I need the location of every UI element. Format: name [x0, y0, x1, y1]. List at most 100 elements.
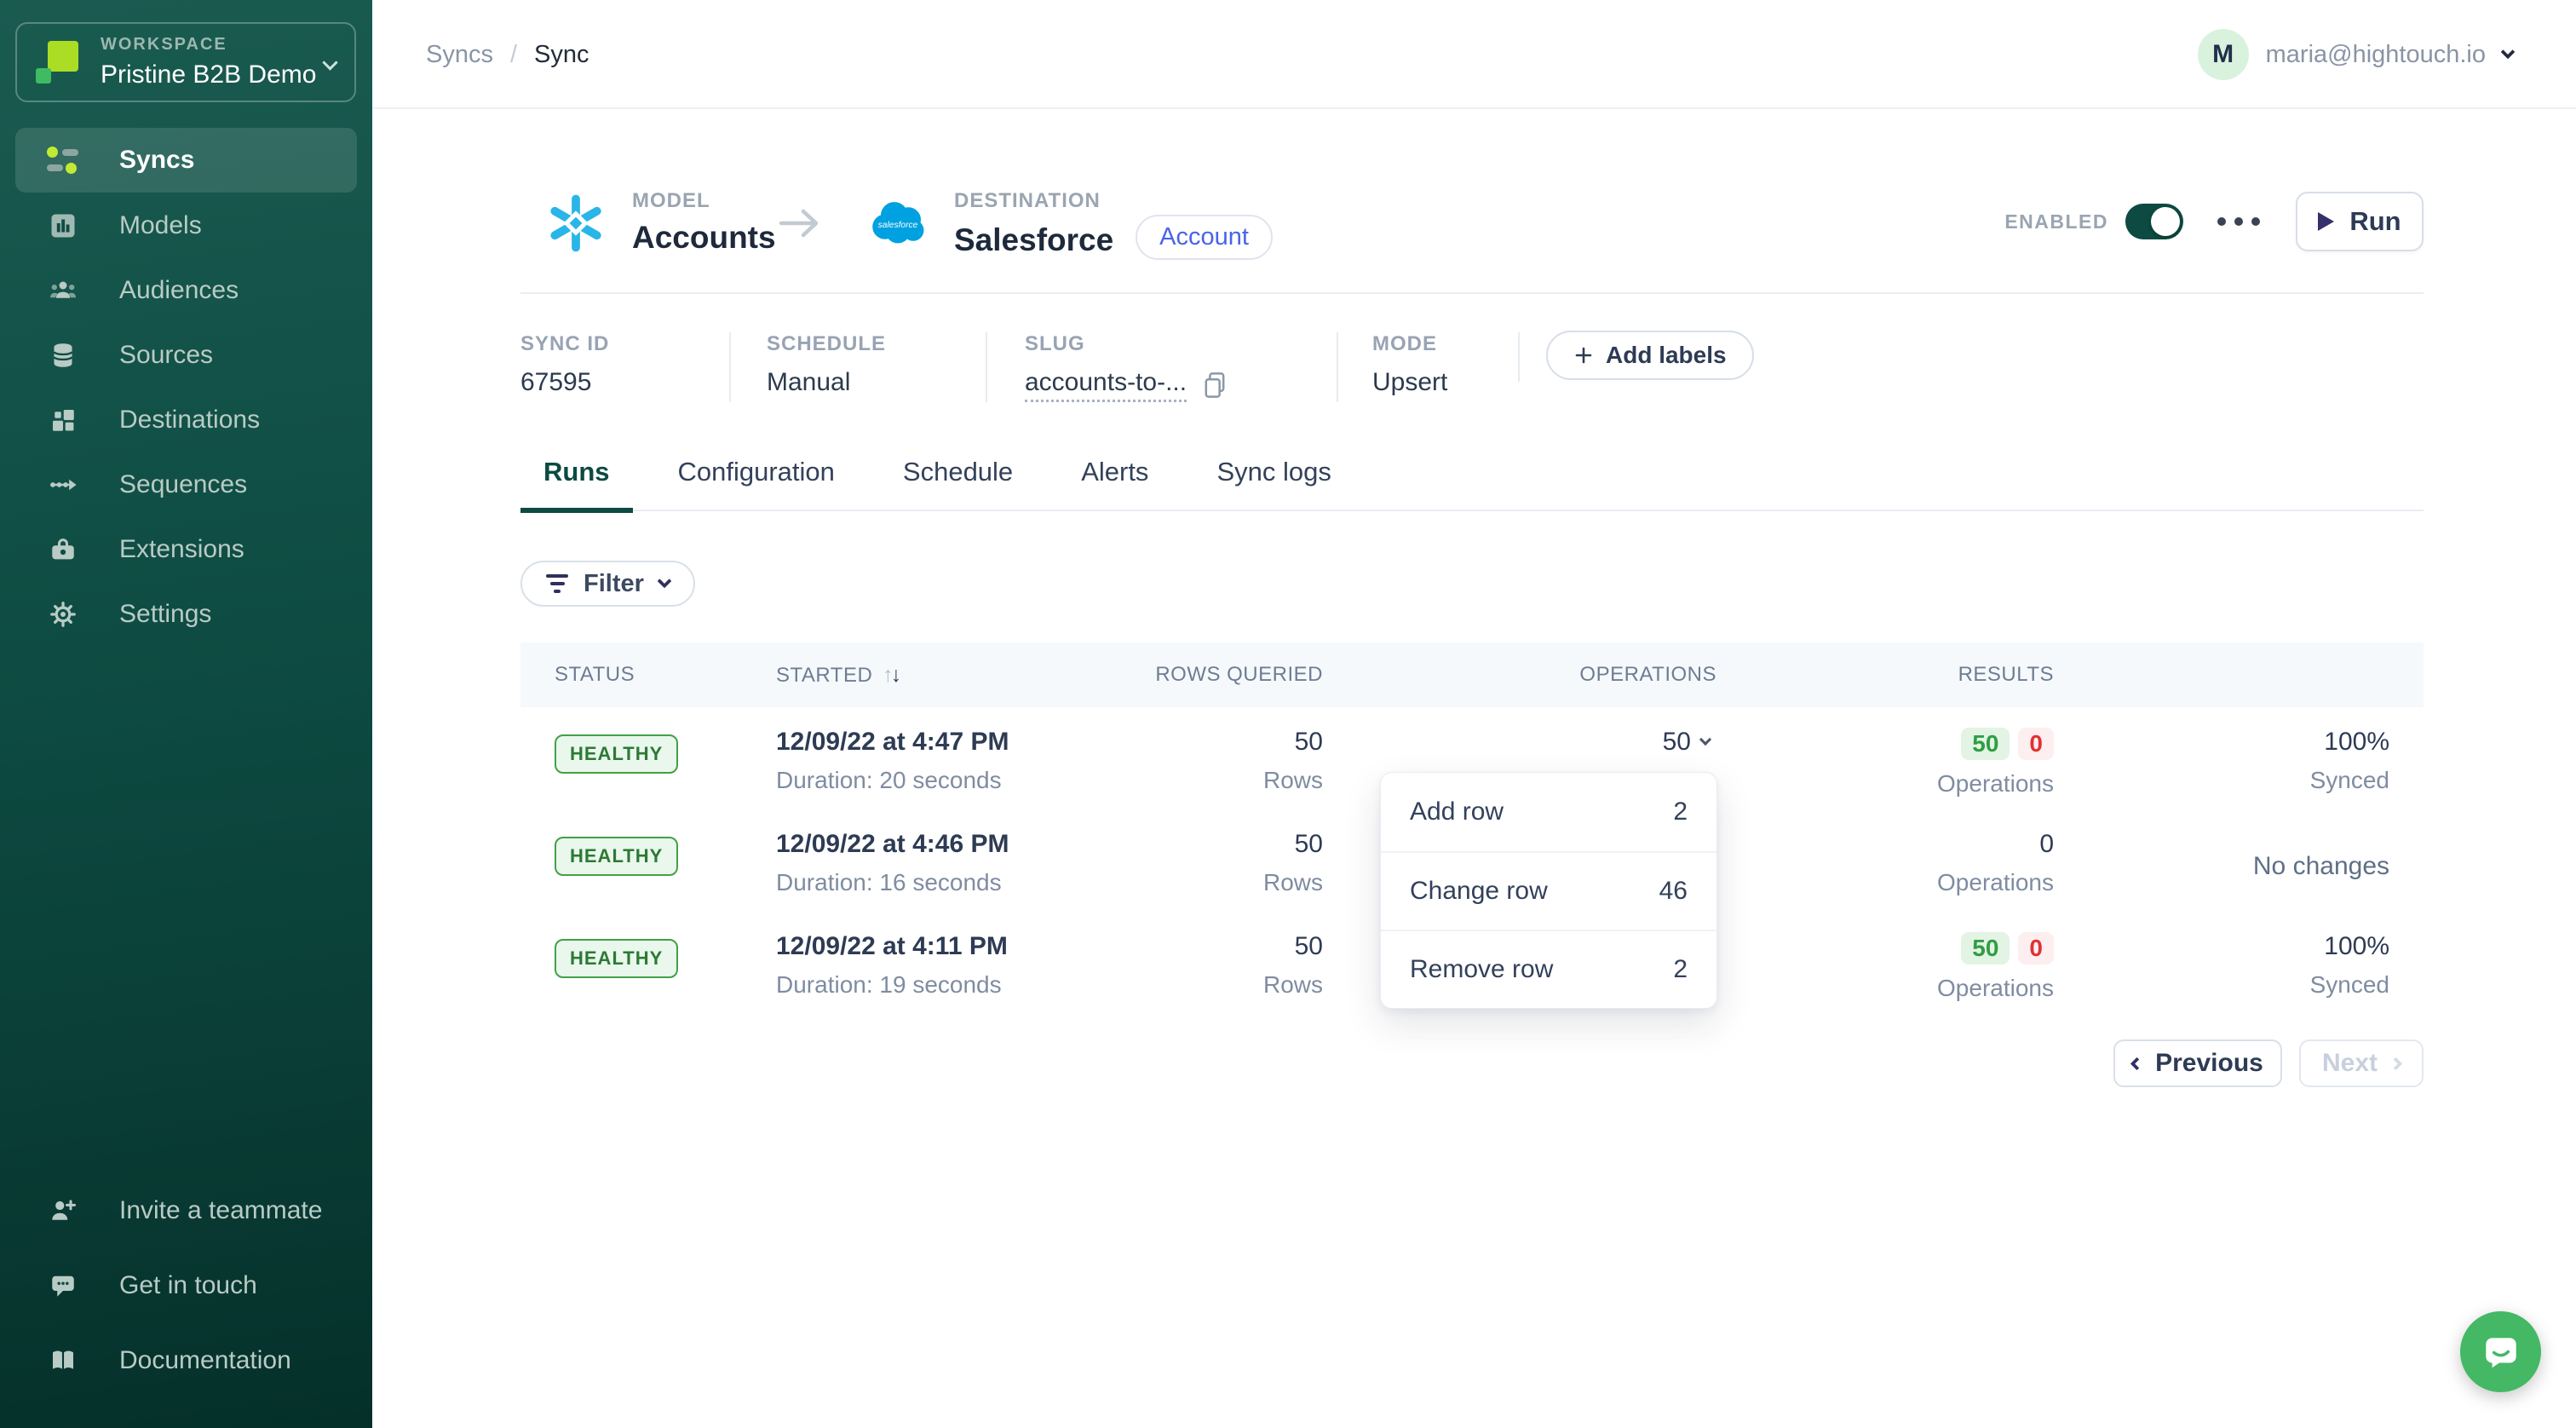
- header-controls: ENABLED Run: [2004, 189, 2424, 254]
- chevron-right-icon: [2389, 1057, 2403, 1070]
- book-icon: [46, 1344, 80, 1378]
- sidebar-item-destinations[interactable]: Destinations: [15, 389, 357, 452]
- meta-schedule: SCHEDULE Manual: [767, 332, 886, 397]
- filter-icon: [546, 574, 568, 593]
- column-operations[interactable]: OPERATIONS: [1323, 663, 1716, 687]
- breadcrumb-current: Sync: [534, 41, 589, 69]
- enabled-toggle[interactable]: [2125, 204, 2183, 239]
- sidebar-item-get-in-touch[interactable]: Get in touch: [15, 1254, 357, 1317]
- run-started: 12/09/22 at 4:46 PM: [776, 830, 1100, 859]
- chevron-down-icon: [322, 55, 337, 70]
- sequences-icon: [46, 468, 80, 502]
- sidebar-item-documentation[interactable]: Documentation: [15, 1329, 357, 1392]
- copy-icon[interactable]: [1202, 371, 1228, 400]
- invite-teammate-icon: [46, 1194, 80, 1228]
- column-rows-queried[interactable]: ROWS QUERIED: [1100, 663, 1323, 687]
- popup-item-remove-row[interactable]: Remove row 2: [1381, 930, 1716, 1008]
- meta-sync-id: SYNC ID 67595: [520, 332, 609, 397]
- sidebar-nav: Syncs Models Audiences Sources Destinati…: [0, 128, 372, 648]
- destination-object-badge[interactable]: Account: [1136, 215, 1273, 260]
- sidebar-item-invite-teammate[interactable]: Invite a teammate: [15, 1179, 357, 1242]
- filter-button[interactable]: Filter: [520, 561, 695, 607]
- sources-icon: [46, 338, 80, 372]
- salesforce-icon: salesforce: [867, 193, 929, 254]
- popup-item-change-row[interactable]: Change row 46: [1381, 851, 1716, 930]
- sort-icon: ↑↓: [883, 663, 899, 687]
- more-options-button[interactable]: [2216, 209, 2262, 234]
- add-labels-button[interactable]: Add labels: [1546, 331, 1754, 380]
- breadcrumb-syncs-link[interactable]: Syncs: [426, 41, 493, 69]
- arrow-right-icon: [776, 204, 824, 242]
- failed-count: 0: [2018, 932, 2054, 964]
- sidebar-item-settings[interactable]: Settings: [15, 583, 357, 646]
- pagination: Previous Next: [2113, 1039, 2424, 1087]
- plus-icon: [1573, 345, 1594, 366]
- slug-link[interactable]: accounts-to-...: [1025, 368, 1187, 402]
- user-email: maria@hightouch.io: [2266, 41, 2486, 69]
- tab-alerts[interactable]: Alerts: [1058, 457, 1171, 513]
- column-status[interactable]: STATUS: [520, 663, 776, 687]
- success-count: 50: [1961, 932, 2010, 964]
- next-button[interactable]: Next: [2299, 1039, 2424, 1087]
- tab-schedule[interactable]: Schedule: [880, 457, 1036, 513]
- chat-widget-button[interactable]: [2460, 1311, 2541, 1392]
- run-duration: Duration: 16 seconds: [776, 869, 1100, 896]
- sync-header: MODEL Accounts salesforce: [520, 109, 2424, 292]
- models-icon: [46, 209, 80, 243]
- destination-label: DESTINATION: [954, 189, 1273, 213]
- breadcrumb: Syncs / Sync: [426, 0, 589, 109]
- chat-bubble-icon: [2480, 1331, 2522, 1373]
- tab-sync-logs[interactable]: Sync logs: [1193, 457, 1354, 513]
- chevron-down-icon: [1699, 734, 1711, 746]
- syncs-icon: [46, 143, 80, 177]
- rows-queried-value: 50: [1100, 932, 1323, 961]
- operations-dropdown-trigger[interactable]: 50: [1663, 728, 1710, 757]
- failed-count: 0: [2018, 728, 2054, 760]
- rows-queried-value: 50: [1100, 830, 1323, 859]
- model-group: MODEL Accounts: [545, 189, 776, 256]
- user-menu[interactable]: M maria@hightouch.io: [2198, 0, 2513, 109]
- workspace-selector[interactable]: WORKSPACE Pristine B2B Demo: [15, 22, 356, 102]
- tab-configuration[interactable]: Configuration: [655, 457, 858, 513]
- sidebar: WORKSPACE Pristine B2B Demo Syncs Models…: [0, 0, 372, 1428]
- run-started: 12/09/22 at 4:11 PM: [776, 932, 1100, 961]
- hightouch-logo-icon: [36, 39, 82, 85]
- sidebar-item-syncs[interactable]: Syncs: [15, 128, 357, 193]
- extensions-icon: [46, 533, 80, 567]
- workspace-name: Pristine B2B Demo: [101, 60, 325, 89]
- sidebar-footer: Invite a teammate Get in touch Documenta…: [0, 1179, 372, 1404]
- destinations-icon: [46, 403, 80, 437]
- column-started[interactable]: STARTED↑↓: [776, 663, 1100, 688]
- sidebar-item-sequences[interactable]: Sequences: [15, 453, 357, 516]
- column-results[interactable]: RESULTS: [1716, 663, 2054, 687]
- status-badge: HEALTHY: [555, 734, 678, 774]
- breadcrumb-separator: /: [510, 41, 517, 69]
- meta-slug: SLUG accounts-to-...: [1025, 332, 1228, 402]
- audiences-icon: [46, 274, 80, 308]
- operations-count: 0: [1716, 830, 2054, 859]
- avatar: M: [2198, 29, 2249, 80]
- synced-percent: 100%: [2054, 728, 2389, 757]
- main-area: Syncs / Sync M maria@hightouch.io: [372, 0, 2576, 1428]
- chevron-down-icon: [2501, 45, 2516, 60]
- run-started: 12/09/22 at 4:47 PM: [776, 728, 1100, 757]
- tab-runs[interactable]: Runs: [520, 457, 633, 513]
- divider: [520, 292, 2424, 294]
- sidebar-item-extensions[interactable]: Extensions: [15, 518, 357, 581]
- sidebar-item-audiences[interactable]: Audiences: [15, 259, 357, 322]
- synced-percent: 100%: [2054, 932, 2389, 961]
- svg-text:salesforce: salesforce: [878, 221, 918, 230]
- chevron-left-icon: [2130, 1057, 2144, 1070]
- play-icon: [2318, 212, 2334, 231]
- workspace-label: WORKSPACE: [101, 35, 325, 55]
- sidebar-item-sources[interactable]: Sources: [15, 324, 357, 387]
- previous-button[interactable]: Previous: [2113, 1039, 2282, 1087]
- run-button[interactable]: Run: [2296, 192, 2424, 251]
- tab-bar: Runs Configuration Schedule Alerts Sync …: [520, 457, 2424, 511]
- topbar: Syncs / Sync M maria@hightouch.io: [372, 0, 2576, 109]
- settings-icon: [46, 597, 80, 631]
- popup-item-add-row[interactable]: Add row 2: [1381, 773, 1716, 851]
- status-badge: HEALTHY: [555, 939, 678, 978]
- sidebar-item-models[interactable]: Models: [15, 194, 357, 257]
- run-duration: Duration: 20 seconds: [776, 767, 1100, 794]
